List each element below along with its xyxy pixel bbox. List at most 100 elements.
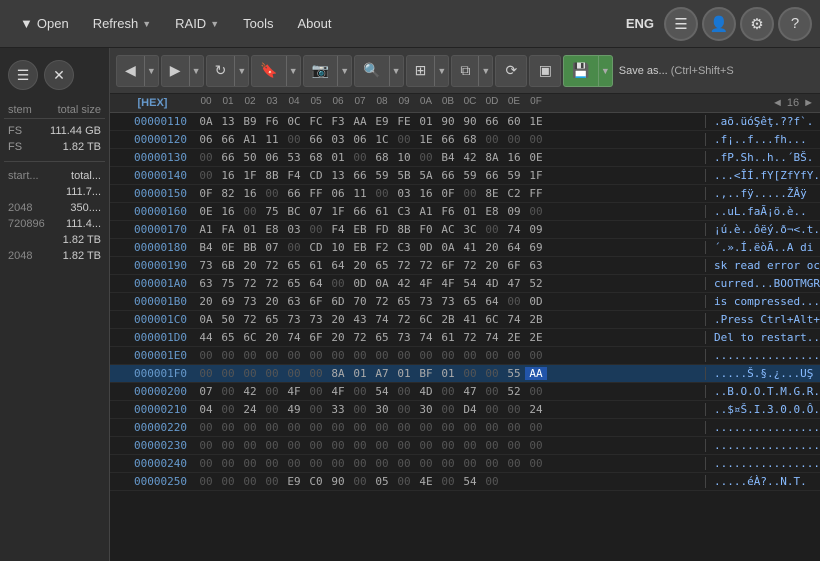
- hex-byte[interactable]: 20: [261, 295, 283, 308]
- hex-byte[interactable]: 0C: [283, 115, 305, 128]
- hex-byte[interactable]: C3: [393, 241, 415, 254]
- hex-byte[interactable]: C3: [393, 205, 415, 218]
- hex-byte[interactable]: 72: [239, 313, 261, 326]
- hex-byte[interactable]: 00: [327, 439, 349, 452]
- hex-byte[interactable]: 00: [261, 187, 283, 200]
- hex-byte[interactable]: 00: [283, 349, 305, 362]
- hex-byte[interactable]: 2B: [525, 313, 547, 326]
- hex-byte[interactable]: 73: [239, 295, 261, 308]
- hex-byte[interactable]: 00: [437, 421, 459, 434]
- hex-byte[interactable]: FE: [393, 115, 415, 128]
- hex-byte[interactable]: 2B: [437, 313, 459, 326]
- hex-byte[interactable]: 00: [305, 403, 327, 416]
- hex-byte[interactable]: 66: [217, 151, 239, 164]
- hex-byte[interactable]: F4: [327, 223, 349, 236]
- hex-byte[interactable]: 73: [195, 259, 217, 272]
- hex-byte[interactable]: 66: [305, 133, 327, 146]
- hex-byte[interactable]: 00: [437, 439, 459, 452]
- hex-byte[interactable]: 16: [415, 187, 437, 200]
- menu-about[interactable]: About: [285, 0, 343, 48]
- hex-byte[interactable]: E9: [283, 475, 305, 488]
- hex-byte[interactable]: 0D: [415, 241, 437, 254]
- hex-byte[interactable]: 00: [371, 439, 393, 452]
- hex-byte[interactable]: 72: [371, 295, 393, 308]
- bookmark-drop-icon[interactable]: ▼: [286, 56, 300, 86]
- hex-byte[interactable]: 00: [349, 385, 371, 398]
- hex-byte[interactable]: 04: [195, 403, 217, 416]
- hex-byte[interactable]: 06: [327, 187, 349, 200]
- hex-byte[interactable]: 00: [503, 457, 525, 470]
- hex-byte[interactable]: 00: [415, 439, 437, 452]
- hex-byte[interactable]: 00: [481, 475, 503, 488]
- hex-byte[interactable]: 72: [415, 259, 437, 272]
- hex-byte[interactable]: 00: [305, 457, 327, 470]
- hex-byte[interactable]: F6: [437, 205, 459, 218]
- hex-byte[interactable]: 4F: [283, 385, 305, 398]
- hex-byte[interactable]: 65: [261, 313, 283, 326]
- hex-byte[interactable]: 8A: [481, 151, 503, 164]
- hex-byte[interactable]: 00: [283, 241, 305, 254]
- hex-byte[interactable]: 66: [349, 205, 371, 218]
- hex-byte[interactable]: 43: [349, 313, 371, 326]
- hex-byte[interactable]: 6C: [239, 331, 261, 344]
- hex-byte[interactable]: 24: [239, 403, 261, 416]
- hex-byte[interactable]: 20: [481, 241, 503, 254]
- hex-byte[interactable]: 1F: [327, 205, 349, 218]
- hex-byte[interactable]: 72: [239, 277, 261, 290]
- table-row[interactable]: 0000014000161F8BF4CD1366595B5A665966591F…: [110, 167, 820, 185]
- table-row[interactable]: 000001C00A5072657373204374726C2B416C742B…: [110, 311, 820, 329]
- hex-byte[interactable]: FF: [525, 187, 547, 200]
- snapshot-button[interactable]: 📷 ▼: [303, 55, 352, 87]
- table-row[interactable]: 000001B020697320636F6D70726573736564000D…: [110, 293, 820, 311]
- back-drop-icon[interactable]: ▼: [144, 56, 158, 86]
- hex-byte[interactable]: 00: [525, 349, 547, 362]
- hex-byte[interactable]: 00: [437, 403, 459, 416]
- hex-byte[interactable]: 65: [283, 259, 305, 272]
- hex-byte[interactable]: 01: [239, 223, 261, 236]
- hex-byte[interactable]: 69: [525, 241, 547, 254]
- menu-icon-settings[interactable]: ⚙: [740, 7, 774, 41]
- hex-byte[interactable]: 13: [327, 169, 349, 182]
- hex-byte[interactable]: 59: [371, 169, 393, 182]
- hex-byte[interactable]: 0E: [525, 151, 547, 164]
- hex-byte[interactable]: 00: [217, 475, 239, 488]
- hex-byte[interactable]: 72: [393, 313, 415, 326]
- refresh-drop-icon[interactable]: ▼: [234, 56, 248, 86]
- hex-byte[interactable]: 55: [503, 367, 525, 380]
- hex-byte[interactable]: D4: [459, 403, 481, 416]
- hex-byte[interactable]: 68: [305, 151, 327, 164]
- hex-byte[interactable]: 06: [195, 133, 217, 146]
- hex-byte[interactable]: 42: [239, 385, 261, 398]
- hex-byte[interactable]: 00: [415, 457, 437, 470]
- hex-byte[interactable]: F3: [327, 115, 349, 128]
- hex-byte[interactable]: 00: [481, 223, 503, 236]
- hex-byte[interactable]: 00: [305, 421, 327, 434]
- hex-view[interactable]: 000001100A13B9F60CFCF3AAE9FE01909066601E…: [110, 113, 820, 561]
- hex-byte[interactable]: 6F: [503, 259, 525, 272]
- hex-byte[interactable]: 00: [217, 457, 239, 470]
- back-button[interactable]: ◀ ▼: [116, 55, 159, 87]
- hex-byte[interactable]: 0A: [371, 277, 393, 290]
- save-split-button[interactable]: 💾 ▼: [563, 55, 612, 87]
- hex-byte[interactable]: 00: [437, 457, 459, 470]
- hex-byte[interactable]: 6F: [305, 295, 327, 308]
- hex-byte[interactable]: 00: [283, 439, 305, 452]
- hex-byte[interactable]: 00: [349, 421, 371, 434]
- table-row[interactable]: 00000210040024004900330030003000D4000024…: [110, 401, 820, 419]
- hex-byte[interactable]: 00: [415, 151, 437, 164]
- reload-button[interactable]: ⟳: [495, 55, 527, 87]
- hex-byte[interactable]: 00: [393, 349, 415, 362]
- hex-byte[interactable]: 0F: [195, 187, 217, 200]
- hex-byte[interactable]: 00: [371, 349, 393, 362]
- sidebar-row-fs1[interactable]: FS 111.44 GB: [4, 123, 105, 139]
- hex-byte[interactable]: 20: [327, 313, 349, 326]
- hex-byte[interactable]: 73: [415, 295, 437, 308]
- hex-byte[interactable]: 00: [261, 457, 283, 470]
- hex-byte[interactable]: 13: [217, 115, 239, 128]
- hex-byte[interactable]: 30: [371, 403, 393, 416]
- hex-byte[interactable]: BB: [239, 241, 261, 254]
- hex-byte[interactable]: 8E: [481, 187, 503, 200]
- hex-byte[interactable]: 00: [503, 421, 525, 434]
- hex-byte[interactable]: 00: [481, 367, 503, 380]
- hex-byte[interactable]: EB: [349, 223, 371, 236]
